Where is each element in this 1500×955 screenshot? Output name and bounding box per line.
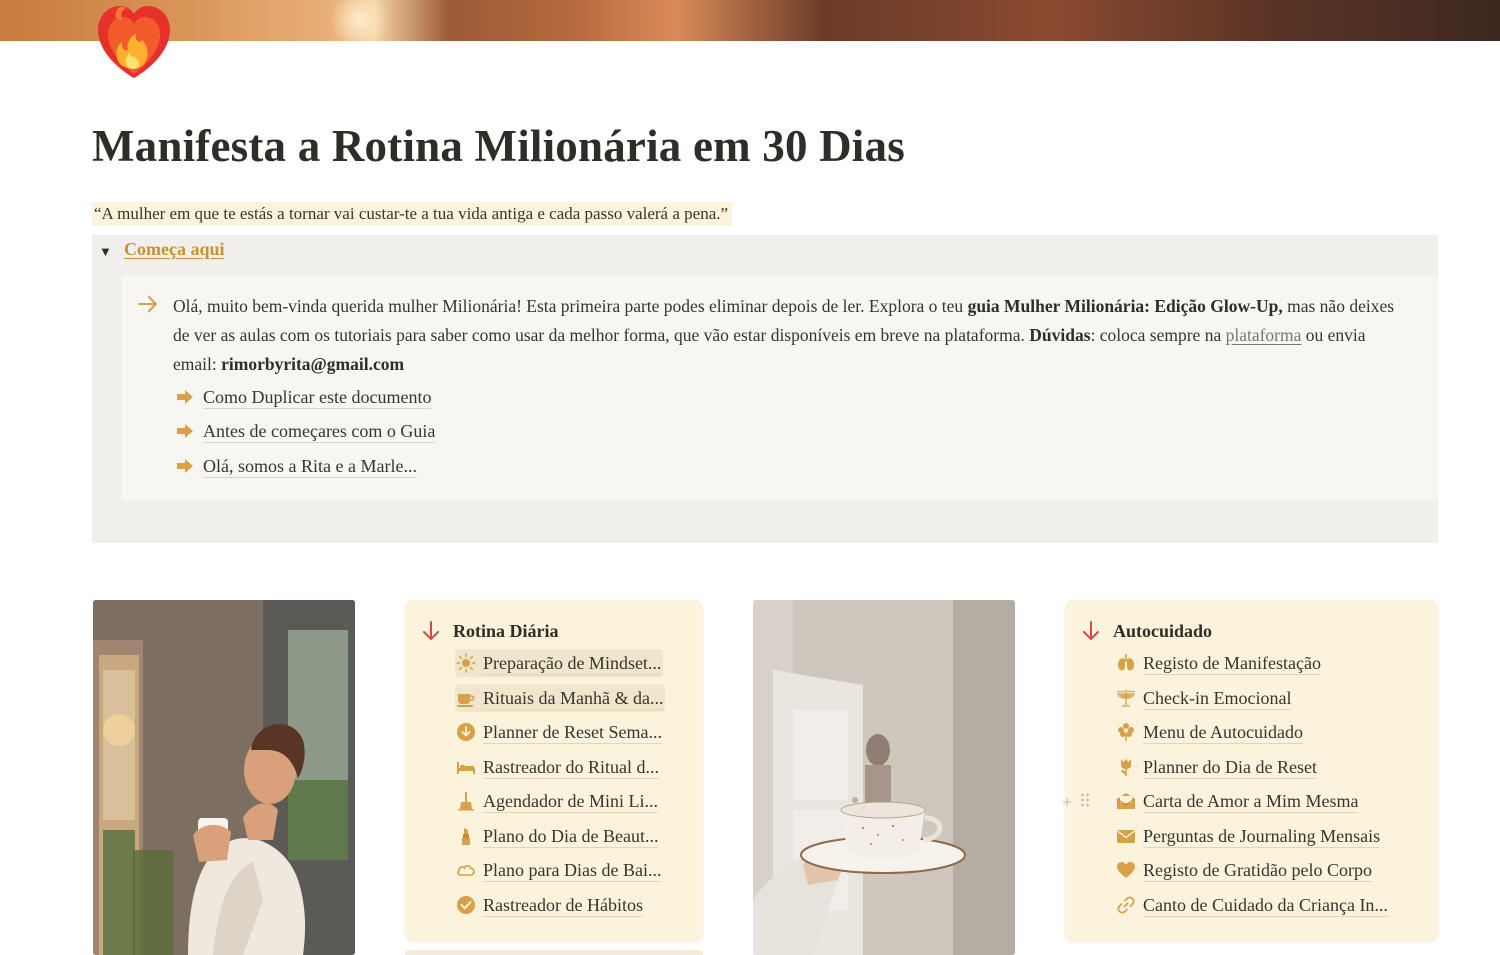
link-icon <box>1115 894 1137 916</box>
open-mail-icon <box>1115 790 1137 812</box>
rotina-item-beauty[interactable]: Plano do Dia de Beaut... <box>455 822 659 850</box>
sub-item-label: Como Duplicar este documento <box>203 386 432 409</box>
block-handles: + <box>1062 792 1090 813</box>
autocuidado-card: Autocuidado Registo de Manifestação Chec… <box>1065 600 1438 941</box>
arrow-down-icon <box>423 621 439 640</box>
autocuidado-item-label: Planner do Dia de Reset <box>1143 756 1317 779</box>
rotina-item-label: Rastreador de Hábitos <box>483 894 643 917</box>
autocuidado-item-label: Carta de Amor a Mim Mesma <box>1143 790 1359 813</box>
rotina-item-agendador[interactable]: Agendador de Mini Li... <box>455 787 658 815</box>
callout-bold-duvidas: Dúvidas <box>1029 325 1091 345</box>
page-link-duplicar[interactable]: Como Duplicar este documento <box>174 383 432 411</box>
autocuidado-item-crianca[interactable]: Canto de Cuidado da Criança In... <box>1115 891 1388 919</box>
callout-text-3: : coloca sempre na <box>1090 325 1226 345</box>
cloud-icon <box>455 859 477 881</box>
rotina-diaria-card: Rotina Diária Preparação de Mindset... R… <box>405 600 703 941</box>
autocuidado-item-planner-reset[interactable]: Planner do Dia de Reset <box>1115 753 1317 781</box>
lipstick-icon <box>455 825 477 847</box>
page-quote[interactable]: “A mulher em que te estás a tornar vai c… <box>92 202 733 226</box>
bed-icon <box>455 756 477 778</box>
rotina-item-habitos[interactable]: Rastreador de Hábitos <box>455 891 643 919</box>
autocuidado-item-carta[interactable]: Carta de Amor a Mim Mesma <box>1115 787 1359 815</box>
autocuidado-item-checkin[interactable]: Check-in Emocional <box>1115 684 1292 712</box>
page-link-ola[interactable]: Olá, somos a Rita e a Marle... <box>174 452 417 480</box>
page-link-antes[interactable]: Antes de começares com o Guia <box>174 417 436 445</box>
callout-bold-guide: guia Mulher Milionária: Edição Glow-Up, <box>967 296 1283 316</box>
autocuidado-item-gratidao[interactable]: Registo de Gratidão pelo Corpo <box>1115 856 1372 884</box>
autocuidado-item-label: Check-in Emocional <box>1143 687 1292 710</box>
autocuidado-item-label: Registo de Manifestação <box>1143 652 1321 675</box>
rotina-item-label: Plano para Dias de Bai... <box>483 859 662 882</box>
rotina-item-planner-reset[interactable]: Planner de Reset Sema... <box>455 718 662 746</box>
flower-icon <box>1115 721 1137 743</box>
heart-on-fire-icon[interactable] <box>94 0 174 80</box>
autocuidado-item-menu[interactable]: Menu de Autocuidado <box>1115 718 1303 746</box>
sun-icon <box>455 652 477 674</box>
plataforma-link[interactable]: plataforma <box>1226 325 1302 345</box>
rotina-item-rastreador-ritual[interactable]: Rastreador do Ritual d... <box>455 753 659 781</box>
rotina-item-label: Rastreador do Ritual d... <box>483 756 659 779</box>
arrow-right-icon <box>174 420 196 442</box>
check-circle-icon <box>455 894 477 916</box>
autocuidado-item-label: Menu de Autocuidado <box>1143 721 1303 744</box>
autocuidado-item-manifestacao[interactable]: Registo de Manifestação <box>1115 649 1321 677</box>
toggle-title[interactable]: Começa aqui <box>124 239 225 260</box>
rotina-item-label: Agendador de Mini Li... <box>483 790 658 813</box>
envelope-icon <box>1115 825 1137 847</box>
heart-icon <box>1115 859 1137 881</box>
rotina-item-label: Plano do Dia de Beaut... <box>483 825 659 848</box>
autocuidado-item-label: Perguntas de Journaling Mensais <box>1143 825 1381 848</box>
rotina-item-dias-baixos[interactable]: Plano para Dias de Bai... <box>455 856 662 884</box>
autocuidado-heading[interactable]: Autocuidado <box>1081 620 1212 642</box>
sub-item-label: Antes de começares com o Guia <box>203 420 436 443</box>
rotina-item-label: Planner de Reset Sema... <box>483 721 662 744</box>
rotina-diaria-heading-label: Rotina Diária <box>453 620 559 641</box>
autocuidado-item-label: Registo de Gratidão pelo Corpo <box>1143 859 1372 882</box>
sub-item-label: Olá, somos a Rita e a Marle... <box>203 455 417 478</box>
page-title[interactable]: Manifesta a Rotina Milionária em 30 Dias <box>92 120 905 172</box>
toggle-triangle-icon[interactable]: ▼ <box>99 244 112 260</box>
rotina-item-label: Rituais da Manhã & da... <box>483 687 664 710</box>
download-circle-icon <box>455 721 477 743</box>
add-block-icon[interactable]: + <box>1062 792 1072 813</box>
cover-image[interactable] <box>0 0 1500 41</box>
arrow-right-icon <box>174 386 196 408</box>
arrow-right-icon <box>174 455 196 477</box>
woman-morning-photo[interactable] <box>93 600 355 955</box>
email-address: rimorbyrita@gmail.com <box>221 354 405 374</box>
rotina-item-label: Preparação de Mindset... <box>483 652 662 675</box>
rotina-diaria-heading[interactable]: Rotina Diária <box>421 620 559 642</box>
next-card-edge <box>405 950 703 955</box>
autocuidado-heading-label: Autocuidado <box>1113 620 1213 641</box>
broom-icon <box>455 790 477 812</box>
arrow-down-icon <box>1083 621 1099 640</box>
coffee-icon <box>455 687 477 709</box>
rotina-item-mindset[interactable]: Preparação de Mindset... <box>455 649 664 677</box>
rotina-item-rituais[interactable]: Rituais da Manhã & da... <box>455 684 666 712</box>
menorah-icon <box>1115 687 1137 709</box>
lungs-icon <box>1115 652 1137 674</box>
autocuidado-item-label: Canto de Cuidado da Criança In... <box>1143 894 1388 917</box>
autocuidado-item-journaling[interactable]: Perguntas de Journaling Mensais <box>1115 822 1381 850</box>
drag-handle-icon[interactable] <box>1080 792 1090 813</box>
cover-light <box>330 0 390 41</box>
callout-text-1: Olá, muito bem-vinda querida mulher Mili… <box>173 296 968 316</box>
tulip-icon <box>1115 756 1137 778</box>
arrow-right-icon <box>137 293 159 315</box>
coffee-cup-photo[interactable] <box>753 600 1015 955</box>
callout-text: Olá, muito bem-vinda querida mulher Mili… <box>173 292 1413 379</box>
